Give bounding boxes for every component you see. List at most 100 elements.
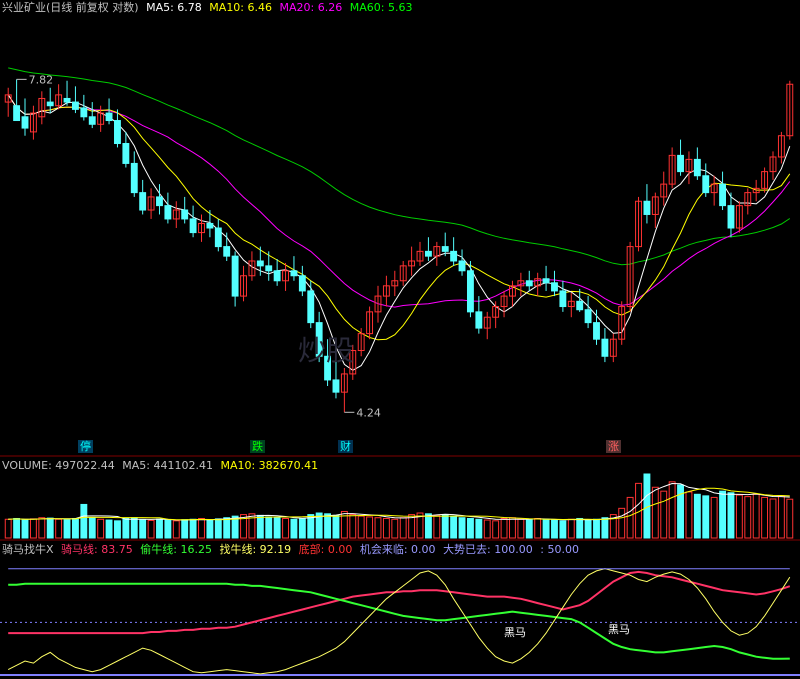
candle-body [727, 205, 735, 229]
volume-bar [198, 517, 205, 539]
candle-body [593, 322, 600, 340]
volume-bar [702, 495, 710, 539]
volume-bar [122, 517, 130, 539]
candle-body [693, 158, 701, 177]
volume-bar [164, 519, 172, 539]
volume-bar [710, 496, 718, 539]
volume-bar [273, 517, 281, 539]
volume-bar [349, 514, 357, 539]
candle-body [677, 154, 684, 173]
tag-cai: 财 [338, 440, 353, 453]
volume-bar [114, 520, 121, 539]
candle-body [719, 183, 727, 207]
volume-bar [458, 517, 466, 539]
ma5-value: MA5: 6.78 [146, 1, 202, 14]
volume-bar [71, 517, 79, 539]
jihui-value: 机会来临: 0.00 [359, 543, 436, 556]
volume-bar [576, 517, 584, 539]
stock-chart: 7.82 4.24 [0, 67, 800, 676]
candle-body [525, 280, 533, 287]
volume-bar [282, 517, 289, 539]
volume-bar [517, 518, 525, 539]
stock-title: 兴业矿业(日线 前复权 对数) [2, 1, 139, 14]
ma60-value: MA60: 5.63 [349, 1, 413, 14]
volume-bar [223, 517, 231, 539]
volume-bar [382, 517, 390, 539]
candle-body [46, 101, 54, 107]
volume-bar [559, 520, 567, 539]
volume-bar [374, 517, 382, 539]
candle-body [551, 282, 558, 292]
volume-bar [492, 520, 500, 539]
volume-bar [97, 518, 105, 539]
tag-ting: 停 [78, 440, 93, 453]
candle-body [80, 107, 88, 118]
candle-body [643, 200, 651, 215]
volume-bar [584, 519, 592, 539]
volume-bar [777, 495, 785, 539]
heima-label-1: 黑马 [504, 626, 526, 639]
volume-bar [399, 517, 407, 539]
volume-bar [424, 513, 432, 539]
candle-body [601, 338, 609, 357]
volume-bar [593, 518, 600, 539]
ma20-line [7, 94, 791, 308]
volume-bar [483, 519, 491, 539]
candle-body [584, 309, 592, 324]
volume-bar [324, 513, 332, 539]
volume-bar [441, 514, 449, 539]
volume-bar [769, 498, 777, 539]
volume-bar [551, 519, 558, 539]
candle-body [441, 246, 449, 252]
touniu-line [8, 582, 790, 660]
candle-body [189, 218, 197, 234]
indicator-header: 骑马找牛X 骑马线: 83.75 偷牛线: 16.25 找牛线: 92.19 底… [2, 543, 583, 556]
volume-bar [181, 519, 189, 539]
candle-body [206, 222, 214, 229]
high-label: 7.82 [29, 73, 54, 86]
volume-bar [172, 520, 180, 539]
candle-body [13, 105, 21, 122]
candle-body [256, 260, 264, 267]
volume-ma10: MA10: 382670.41 [220, 459, 319, 472]
candle-body [458, 260, 466, 272]
candle-body [475, 311, 483, 329]
candle-body [298, 275, 306, 292]
volume-bar [46, 517, 54, 539]
volume-bar [391, 518, 399, 539]
volume-bar [618, 507, 626, 539]
volume-bar [38, 517, 46, 539]
heima-label-2: 黑马 [608, 623, 630, 636]
volume-bar [4, 518, 12, 539]
volume-bar [130, 517, 138, 539]
volume-bar [80, 503, 88, 539]
dibu-value: 底部: 0.00 [298, 543, 353, 556]
volume-bar [761, 496, 769, 539]
volume-header: VOLUME: 497022.44 MA5: 441102.41 MA10: 3… [2, 459, 322, 472]
volume-bar [525, 519, 533, 539]
watermark: 炒股 [298, 334, 355, 367]
candle-body [450, 250, 458, 262]
candle-body [214, 227, 222, 248]
tag-zhang: 涨 [606, 440, 621, 453]
volume-bar [719, 490, 727, 539]
qima-value: 骑马线: 83.75 [61, 543, 133, 556]
candle-body [139, 192, 147, 211]
volume-bar [256, 514, 264, 539]
volume-bar [13, 517, 21, 539]
volume-bar [63, 519, 71, 539]
price-header: 兴业矿业(日线 前复权 对数) MA5: 6.78 MA10: 6.46 MA2… [2, 1, 416, 14]
volume-bar [786, 498, 794, 539]
candle-body [576, 300, 584, 311]
candle-body [114, 120, 121, 145]
candle-body [63, 97, 71, 103]
candle-body [21, 116, 29, 129]
volume-bar [21, 519, 29, 539]
volume-bar [156, 518, 163, 539]
zhaoniu-value: 找牛线: 92.19 [219, 543, 292, 556]
volume-bar [735, 494, 743, 539]
ma10-value: MA10: 6.46 [209, 1, 273, 14]
low-label: 4.24 [356, 406, 381, 419]
volume-bar [265, 516, 273, 539]
candle-body [273, 270, 281, 282]
